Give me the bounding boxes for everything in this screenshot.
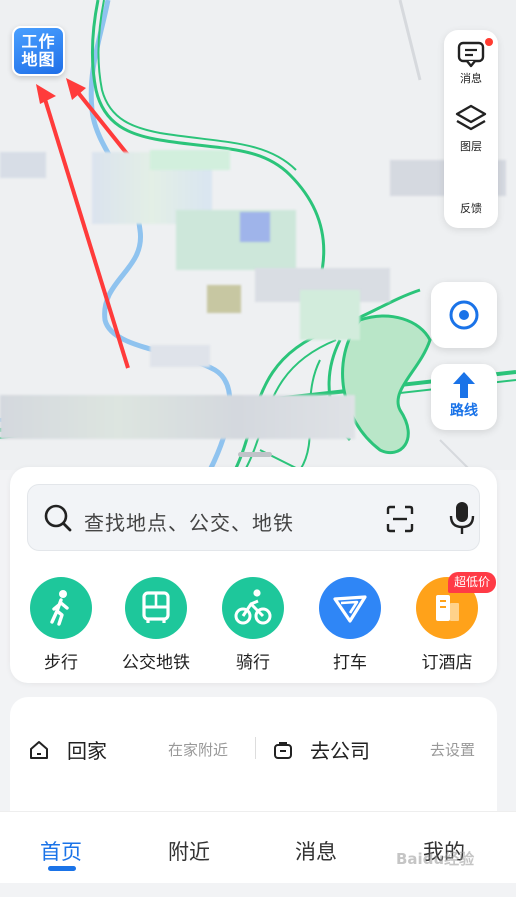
home-hint: 在家附近 [168,741,229,759]
messages-tool[interactable]: 消息 [444,40,498,86]
blurred-map-label [150,345,210,367]
bottom-tab-bar: 首页 附近 消息 我的 [0,811,516,883]
briefcase-icon [274,742,292,759]
map-tool-panel: 消息 图层 反馈 [444,30,498,228]
active-tab-indicator [48,866,76,871]
work-map-label-line1: 工作 [21,32,56,51]
shortcuts-card: 回家 在家附近 去公司 去设置 [10,697,497,817]
microphone-icon[interactable] [448,500,476,536]
quick-action-label: 订酒店 [421,653,473,673]
message-bubble-icon [457,41,485,68]
quick-action-transit[interactable]: 公交地铁 [121,577,191,673]
sheet-drag-handle[interactable] [238,452,272,457]
quick-action-walk[interactable]: 步行 [26,577,96,673]
route-button-label: 路线 [450,403,478,419]
messages-tool-label: 消息 [460,72,482,85]
scan-icon[interactable] [384,503,416,535]
watermark: Baidu经验 [396,850,475,868]
route-arrow-icon [453,372,475,398]
walk-icon [30,577,92,639]
bike-icon [222,577,284,639]
layers-tool[interactable]: 图层 [444,102,498,154]
shortcut-divider [255,737,256,759]
layers-tool-label: 图层 [460,140,482,153]
quick-action-label: 公交地铁 [122,653,190,673]
locate-icon [449,300,479,330]
route-button[interactable]: 路线 [431,364,497,430]
quick-action-bike[interactable]: 骑行 [218,577,288,673]
work-map-button[interactable]: 工作 地图 [12,26,65,76]
blurred-map-label [176,210,296,270]
tab-messages[interactable]: 消息 [295,836,337,866]
locate-button[interactable] [431,282,497,348]
search-icon [44,504,72,532]
search-input[interactable]: 查找地点、公交、地铁 [27,484,480,551]
blurred-map-label [0,152,46,178]
blurred-map-label [300,290,360,340]
taxi-icon [319,577,381,639]
bottom-safe-area [0,883,516,897]
go-work-button[interactable]: 去公司 [310,735,370,764]
quick-action-taxi[interactable]: 打车 [315,577,385,673]
blurred-map-label [240,212,270,242]
home-icon [30,741,48,759]
feedback-tool[interactable]: 反馈 [444,168,498,216]
tab-home[interactable]: 首页 [40,836,82,866]
blurred-map-label [0,395,355,439]
blurred-map-label [207,285,241,313]
blurred-map-label [150,150,230,170]
unread-dot [485,38,493,46]
quick-action-label: 打车 [333,653,367,673]
layers-icon [455,104,487,131]
bus-icon [125,577,187,639]
hotel-promo-badge: 超低价 [448,572,496,593]
quick-action-label: 骑行 [236,653,270,673]
go-home-button[interactable]: 回家 [67,735,107,764]
feedback-tool-label: 反馈 [460,202,482,215]
search-card: 查找地点、公交、地铁 步行 公交地铁 骑行 打车 订酒店 [10,467,497,683]
work-hint[interactable]: 去设置 [430,739,475,760]
search-placeholder: 查找地点、公交、地铁 [84,511,294,535]
tab-nearby[interactable]: 附近 [168,836,210,866]
quick-action-label: 步行 [44,653,78,673]
work-map-label-line2: 地图 [21,50,56,69]
feedback-icon [444,168,498,200]
